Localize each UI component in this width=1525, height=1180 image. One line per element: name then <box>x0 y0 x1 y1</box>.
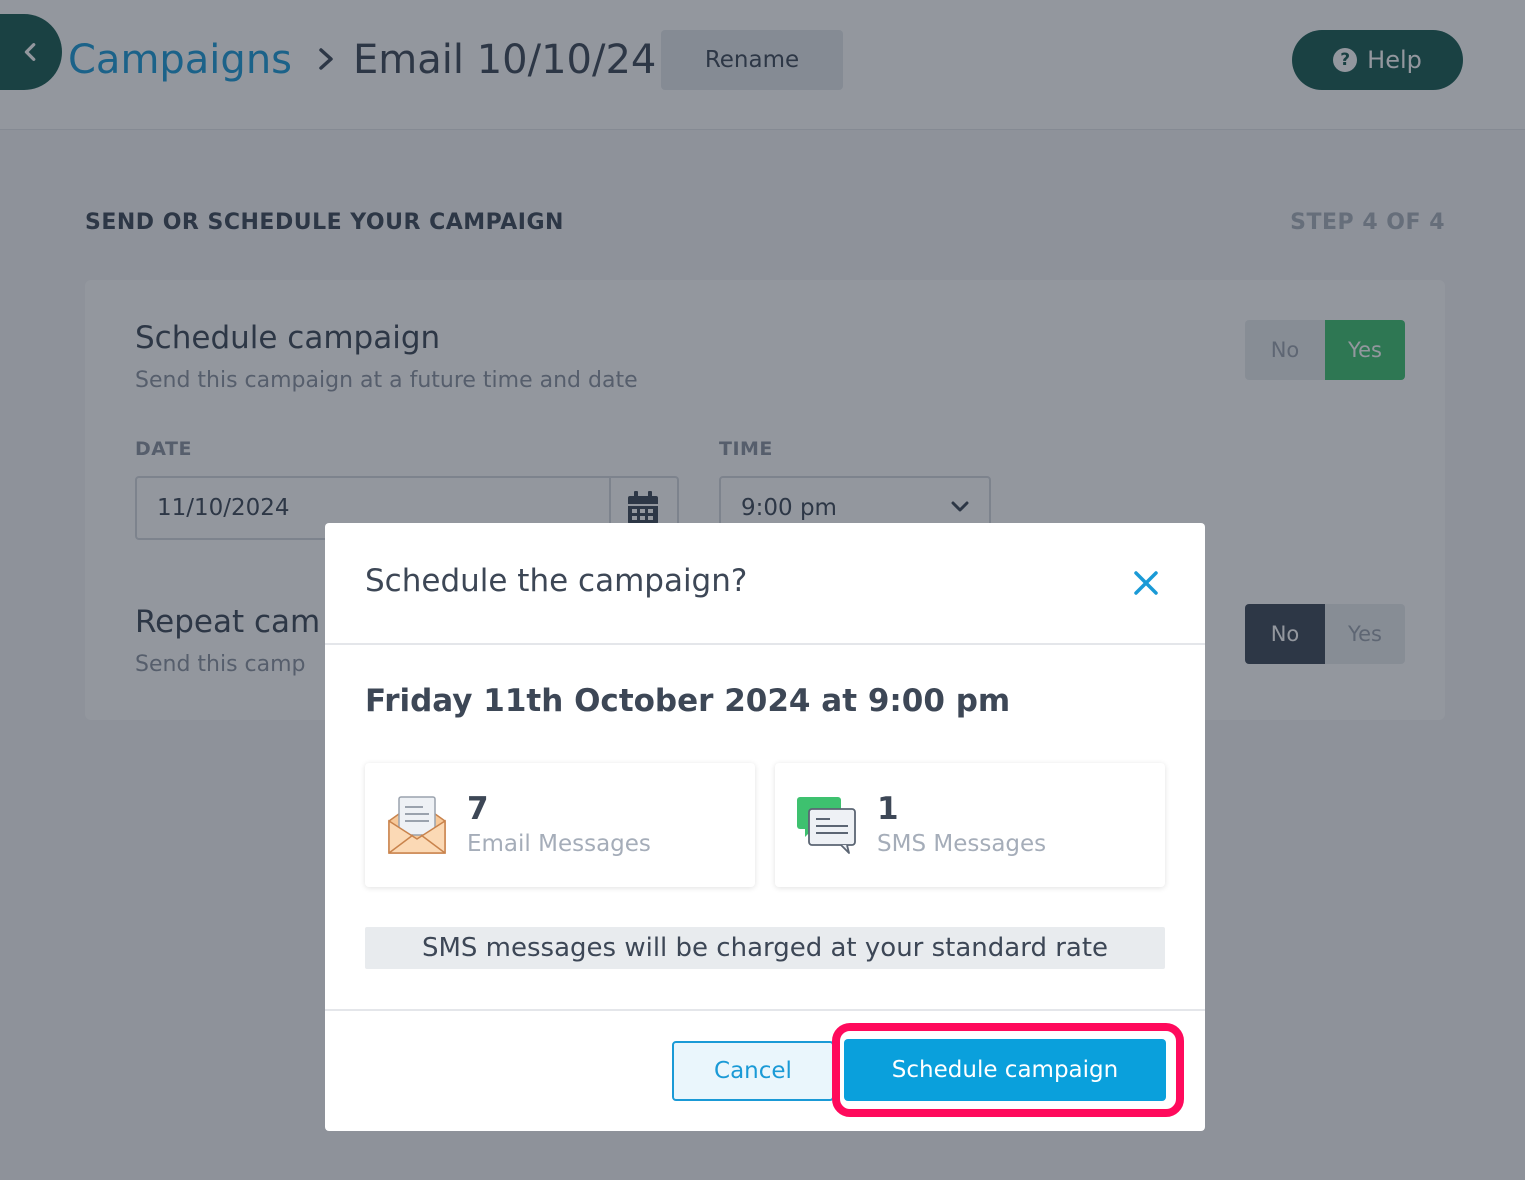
sms-count-label: SMS Messages <box>877 831 1047 857</box>
schedule-confirm-dialog: Schedule the campaign? Friday 11th Octob… <box>325 523 1205 1131</box>
cancel-button[interactable]: Cancel <box>672 1041 834 1101</box>
sms-charge-notice: SMS messages will be charged at your sta… <box>365 927 1165 969</box>
schedule-campaign-button[interactable]: Schedule campaign <box>844 1039 1166 1101</box>
close-icon[interactable] <box>1131 568 1161 598</box>
email-count-card: 7 Email Messages <box>365 763 755 887</box>
sms-count-card: 1 SMS Messages <box>775 763 1165 887</box>
envelope-icon <box>388 796 446 854</box>
dialog-divider-top <box>325 643 1205 645</box>
chat-bubbles-icon <box>797 797 856 854</box>
dialog-divider-bottom <box>325 1009 1205 1011</box>
scheduled-datetime: Friday 11th October 2024 at 9:00 pm <box>365 683 1011 719</box>
sms-count: 1 <box>877 791 899 827</box>
dialog-title: Schedule the campaign? <box>365 563 748 599</box>
email-count-label: Email Messages <box>467 831 651 857</box>
email-count: 7 <box>467 791 489 827</box>
